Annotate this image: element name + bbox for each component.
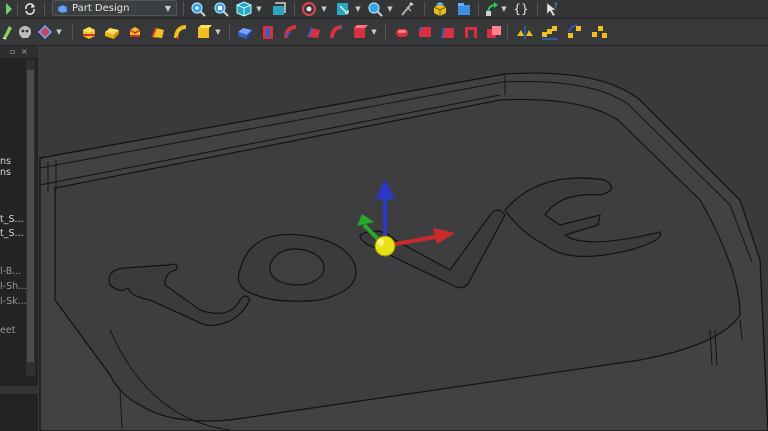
additive-box-icon[interactable] bbox=[80, 23, 98, 41]
chevron-down-icon[interactable]: ▼ bbox=[214, 26, 222, 38]
sketch-icon[interactable] bbox=[0, 23, 14, 41]
toolbar-separator bbox=[183, 2, 184, 16]
toolbar-separator bbox=[229, 24, 230, 40]
measure-icon[interactable] bbox=[398, 0, 416, 18]
mirrored-icon[interactable] bbox=[515, 23, 535, 41]
linear-pattern-icon[interactable] bbox=[540, 23, 560, 41]
zoom-dropdown-icon[interactable] bbox=[366, 0, 384, 18]
group-icon[interactable] bbox=[455, 0, 473, 18]
view-cube-icon[interactable] bbox=[235, 0, 253, 18]
close-panel-icon[interactable]: × bbox=[21, 47, 28, 56]
chevron-down-icon[interactable]: ▼ bbox=[320, 3, 328, 15]
zoom-fit-all-icon[interactable] bbox=[189, 0, 207, 18]
whats-this-icon[interactable]: ? bbox=[543, 0, 561, 18]
polar-pattern-icon[interactable] bbox=[565, 23, 585, 41]
zoom-fit-selection-icon[interactable] bbox=[212, 0, 230, 18]
tree-item[interactable]: l-Sk... bbox=[0, 296, 26, 307]
revolution-icon[interactable] bbox=[126, 23, 144, 41]
tree-item[interactable]: t_S... bbox=[0, 214, 26, 225]
tree-item[interactable]: l-Sh... bbox=[0, 281, 26, 292]
panel-title-bar: ▫ × bbox=[0, 46, 38, 58]
svg-text:?: ? bbox=[554, 2, 558, 10]
tree-horizontal-scrollbar[interactable] bbox=[0, 386, 38, 394]
toolbar-separator bbox=[72, 24, 73, 40]
tree-item[interactable]: ns bbox=[0, 156, 26, 167]
main-toolbar: Part Design ▼ ▼ ▼ ▼ ▼ ▼ {} ? bbox=[0, 0, 768, 19]
section-view-icon[interactable] bbox=[334, 0, 352, 18]
part-design-icon bbox=[57, 4, 68, 20]
float-panel-icon[interactable]: ▫ bbox=[10, 47, 15, 56]
chevron-down-icon[interactable]: ▼ bbox=[354, 3, 362, 15]
toolbar-separator bbox=[507, 24, 508, 40]
tree-item[interactable]: l-B... bbox=[0, 266, 26, 277]
partdesign-toolbar: ▼ ▼ ▼ bbox=[0, 19, 768, 46]
subtractive-primitive-icon[interactable] bbox=[351, 23, 369, 41]
multi-transform-icon[interactable] bbox=[590, 23, 610, 41]
chevron-down-icon[interactable]: ▼ bbox=[255, 3, 263, 15]
workbench-selector[interactable]: Part Design ▼ bbox=[52, 0, 177, 16]
chevron-down-icon[interactable]: ▼ bbox=[370, 26, 378, 38]
shape-binder-icon[interactable] bbox=[36, 23, 54, 41]
refresh-icon[interactable] bbox=[21, 1, 39, 17]
pipe-icon[interactable] bbox=[172, 23, 190, 41]
toolbar-separator bbox=[424, 2, 425, 16]
boolean-icon[interactable] bbox=[485, 23, 503, 41]
groove-icon[interactable] bbox=[282, 23, 300, 41]
thickness-icon[interactable] bbox=[462, 23, 480, 41]
navigation-arrow-icon[interactable] bbox=[2, 1, 16, 17]
pocket-icon[interactable] bbox=[236, 23, 254, 41]
macro-icon[interactable]: {} bbox=[511, 0, 531, 18]
toolbar-separator bbox=[537, 2, 538, 16]
tree-footer-label: eet bbox=[0, 325, 16, 336]
fillet-icon[interactable] bbox=[393, 23, 411, 41]
body-icon[interactable] bbox=[16, 23, 34, 41]
additive-primitive-icon[interactable] bbox=[195, 23, 213, 41]
tree-item[interactable]: t_S... bbox=[0, 228, 26, 239]
part-icon[interactable] bbox=[431, 0, 449, 18]
chamfer-icon[interactable] bbox=[416, 23, 434, 41]
hole-icon[interactable] bbox=[259, 23, 277, 41]
pad-icon[interactable] bbox=[103, 23, 121, 41]
chevron-down-icon[interactable]: ▼ bbox=[55, 26, 63, 38]
draft-icon[interactable] bbox=[439, 23, 457, 41]
workbench-label: Part Design bbox=[72, 3, 130, 14]
origin-sphere bbox=[374, 235, 396, 257]
chevron-down-icon[interactable]: ▼ bbox=[500, 3, 508, 15]
scrollbar-thumb[interactable] bbox=[27, 70, 34, 362]
subtractive-pipe-icon[interactable] bbox=[328, 23, 346, 41]
toolbar-separator bbox=[17, 2, 18, 16]
chevron-down-icon[interactable]: ▼ bbox=[386, 3, 394, 15]
chevron-down-icon: ▼ bbox=[164, 4, 171, 13]
combo-view-panel: ▫ × ns ns t_S... t_S... l-B... l-Sh... l… bbox=[0, 46, 38, 431]
3d-viewport[interactable] bbox=[38, 46, 768, 431]
link-icon[interactable] bbox=[483, 0, 501, 18]
loft-icon[interactable] bbox=[149, 23, 167, 41]
tree-scrollbar[interactable] bbox=[26, 60, 35, 376]
tree-item[interactable]: ns bbox=[0, 167, 26, 178]
toolbar-separator bbox=[478, 2, 479, 16]
stereo-icon[interactable] bbox=[300, 0, 318, 18]
toolbar-separator bbox=[294, 2, 295, 16]
draw-style-icon[interactable] bbox=[270, 0, 288, 18]
toolbar-separator bbox=[44, 2, 45, 16]
toolbar-separator bbox=[385, 24, 386, 40]
subtractive-loft-icon[interactable] bbox=[305, 23, 323, 41]
